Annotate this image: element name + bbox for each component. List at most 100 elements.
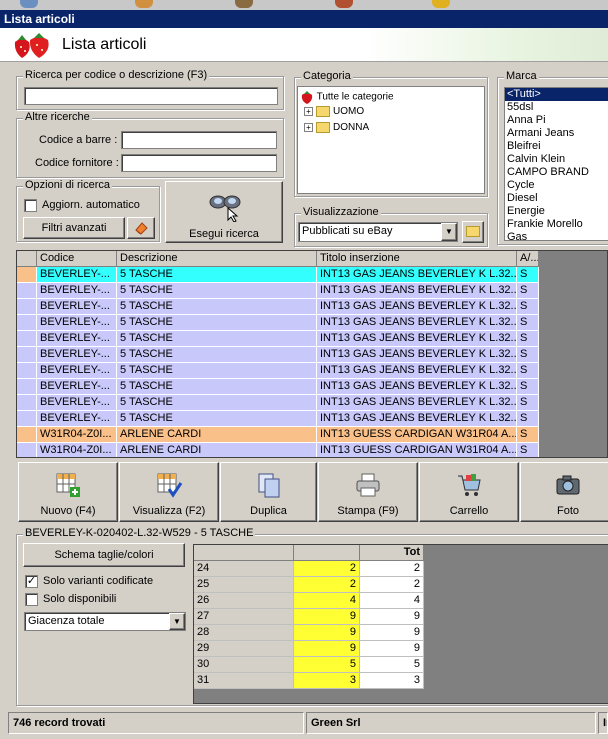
- size-row[interactable]: 24 2 2: [194, 561, 424, 577]
- brand-item[interactable]: Armani Jeans: [505, 127, 608, 140]
- row-indicator[interactable]: [17, 443, 37, 457]
- qty-cell[interactable]: 3: [294, 673, 360, 689]
- qty-cell[interactable]: 9: [294, 625, 360, 641]
- table-cell[interactable]: BEVERLEY-...: [37, 395, 117, 411]
- table-row[interactable]: BEVERLEY-... 5 TASCHE INT13 GAS JEANS BEVE…: [17, 267, 539, 283]
- table-cell[interactable]: BEVERLEY-...: [37, 331, 117, 347]
- table-cell[interactable]: INT13 GAS JEANS BEVERLEY K L.32...: [317, 379, 517, 395]
- category-tree[interactable]: Tutte le categorie + UOMO + DONNA: [297, 86, 485, 194]
- table-cell[interactable]: INT13 GAS JEANS BEVERLEY K L.32...: [317, 315, 517, 331]
- table-cell[interactable]: BEVERLEY-...: [37, 299, 117, 315]
- table-cell[interactable]: S: [517, 443, 539, 457]
- table-cell[interactable]: 5 TASCHE: [117, 347, 317, 363]
- table-row[interactable]: BEVERLEY-... 5 TASCHE INT13 GAS JEANS BEVE…: [17, 331, 539, 347]
- row-indicator[interactable]: [17, 299, 37, 315]
- table-cell[interactable]: INT13 GAS JEANS BEVERLEY K L.32...: [317, 331, 517, 347]
- table-cell[interactable]: S: [517, 315, 539, 331]
- table-row[interactable]: BEVERLEY-... 5 TASCHE INT13 GAS JEANS BEVE…: [17, 379, 539, 395]
- size-row[interactable]: 25 2 2: [194, 577, 424, 593]
- qty-cell[interactable]: 4: [294, 593, 360, 609]
- table-cell[interactable]: INT13 GAS JEANS BEVERLEY K L.32...: [317, 411, 517, 427]
- print-button[interactable]: Stampa (F9): [318, 462, 418, 522]
- table-cell[interactable]: S: [517, 363, 539, 379]
- row-indicator[interactable]: [17, 347, 37, 363]
- advanced-filters-button[interactable]: Filtri avanzati: [23, 217, 125, 239]
- table-cell[interactable]: BEVERLEY-...: [37, 379, 117, 395]
- table-cell[interactable]: ARLENE CARDI: [117, 443, 317, 457]
- table-cell[interactable]: 5 TASCHE: [117, 283, 317, 299]
- brand-item[interactable]: Anna Pi: [505, 114, 608, 127]
- table-cell[interactable]: 5 TASCHE: [117, 395, 317, 411]
- row-indicator[interactable]: [17, 331, 37, 347]
- row-indicator[interactable]: [17, 427, 37, 443]
- size-color-schema-button[interactable]: Schema taglie/colori: [23, 543, 185, 567]
- size-row[interactable]: 29 9 9: [194, 641, 424, 657]
- expand-icon[interactable]: +: [304, 107, 313, 116]
- brand-item[interactable]: Bleifrei: [505, 140, 608, 153]
- run-search-button[interactable]: Esegui ricerca: [165, 181, 283, 243]
- table-cell[interactable]: INT13 GAS JEANS BEVERLEY K L.32...: [317, 363, 517, 379]
- auto-update-checkbox[interactable]: [24, 199, 37, 212]
- row-indicator[interactable]: [17, 267, 37, 283]
- table-cell[interactable]: W31R04-Z0I...: [37, 443, 117, 457]
- table-cell[interactable]: 5 TASCHE: [117, 331, 317, 347]
- table-row[interactable]: BEVERLEY-... 5 TASCHE INT13 GAS JEANS BEVE…: [17, 395, 539, 411]
- tree-item-donna[interactable]: + DONNA: [304, 122, 369, 138]
- table-row[interactable]: BEVERLEY-... 5 TASCHE INT13 GAS JEANS BEVE…: [17, 315, 539, 331]
- table-cell[interactable]: 5 TASCHE: [117, 411, 317, 427]
- table-cell[interactable]: S: [517, 347, 539, 363]
- table-cell[interactable]: BEVERLEY-...: [37, 347, 117, 363]
- qty-cell[interactable]: 9: [294, 641, 360, 657]
- table-cell[interactable]: S: [517, 379, 539, 395]
- table-row[interactable]: BEVERLEY-... 5 TASCHE INT13 GAS JEANS BEVE…: [17, 347, 539, 363]
- qty-cell[interactable]: 2: [294, 577, 360, 593]
- table-cell[interactable]: INT13 GUESS CARDIGAN W31R04 A...: [317, 443, 517, 457]
- stock-select[interactable]: Giacenza totale ▼: [24, 612, 186, 631]
- table-cell[interactable]: BEVERLEY-...: [37, 411, 117, 427]
- table-cell[interactable]: INT13 GAS JEANS BEVERLEY K L.32...: [317, 283, 517, 299]
- table-cell[interactable]: 5 TASCHE: [117, 315, 317, 331]
- column-header-code[interactable]: Codice: [37, 251, 117, 267]
- table-cell[interactable]: INT13 GAS JEANS BEVERLEY K L.32...: [317, 267, 517, 283]
- brand-item[interactable]: 55dsl: [505, 101, 608, 114]
- brand-item[interactable]: Frankie Morello: [505, 218, 608, 231]
- table-cell[interactable]: W31R04-Z0I...: [37, 427, 117, 443]
- table-row[interactable]: BEVERLEY-... 5 TASCHE INT13 GAS JEANS BEVE…: [17, 283, 539, 299]
- table-cell[interactable]: S: [517, 331, 539, 347]
- table-cell[interactable]: S: [517, 395, 539, 411]
- brand-list[interactable]: <Tutti> 55dsl Anna Pi Armani Jeans Bleif…: [504, 87, 608, 241]
- table-row[interactable]: BEVERLEY-... 5 TASCHE INT13 GAS JEANS BEVE…: [17, 363, 539, 379]
- row-indicator[interactable]: [17, 283, 37, 299]
- clear-filters-button[interactable]: [127, 217, 155, 239]
- duplicate-button[interactable]: Duplica: [220, 462, 317, 522]
- row-indicator[interactable]: [17, 363, 37, 379]
- brand-item[interactable]: Calvin Klein: [505, 153, 608, 166]
- only-available-checkbox[interactable]: [25, 593, 38, 606]
- table-row[interactable]: W31R04-Z0I... ARLENE CARDI INT13 GUESS CAR…: [17, 443, 539, 457]
- size-row[interactable]: 28 9 9: [194, 625, 424, 641]
- tree-item-all[interactable]: Tutte le categorie: [300, 90, 394, 106]
- qty-cell[interactable]: 9: [294, 609, 360, 625]
- column-header-description[interactable]: Descrizione: [117, 251, 317, 267]
- table-cell[interactable]: S: [517, 283, 539, 299]
- table-row[interactable]: W31R04-Z0I... ARLENE CARDI INT13 GUESS CAR…: [17, 427, 539, 443]
- table-cell[interactable]: INT13 GAS JEANS BEVERLEY K L.32...: [317, 299, 517, 315]
- brand-item[interactable]: Energie: [505, 205, 608, 218]
- size-row[interactable]: 30 5 5: [194, 657, 424, 673]
- row-indicator[interactable]: [17, 379, 37, 395]
- table-cell[interactable]: INT13 GUESS CARDIGAN W31R04 A...: [317, 427, 517, 443]
- barcode-input[interactable]: [121, 131, 277, 149]
- table-cell[interactable]: ARLENE CARDI: [117, 427, 317, 443]
- table-cell[interactable]: 5 TASCHE: [117, 267, 317, 283]
- brand-item[interactable]: CAMPO BRAND: [505, 166, 608, 179]
- table-cell[interactable]: BEVERLEY-...: [37, 283, 117, 299]
- view-select[interactable]: Pubblicati su eBay ▼: [298, 222, 458, 242]
- column-header-listing-title[interactable]: Titolo inserzione: [317, 251, 517, 267]
- only-coded-variants-checkbox[interactable]: ✓: [25, 575, 38, 588]
- new-button[interactable]: Nuovo (F4): [18, 462, 118, 522]
- qty-cell[interactable]: 2: [294, 561, 360, 577]
- size-row[interactable]: 31 3 3: [194, 673, 424, 689]
- cart-button[interactable]: Carrello: [419, 462, 519, 522]
- table-cell[interactable]: S: [517, 427, 539, 443]
- view-button[interactable]: Visualizza (F2): [119, 462, 219, 522]
